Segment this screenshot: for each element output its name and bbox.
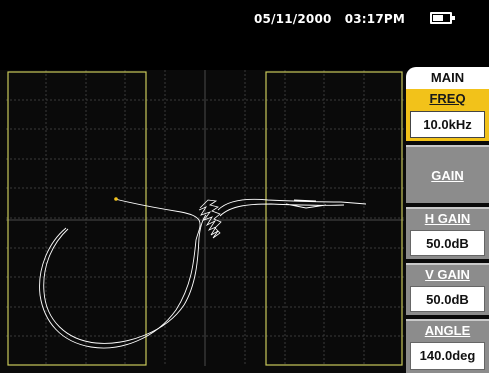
angle-button[interactable]: ANGLE <box>406 319 489 339</box>
signal-noise-cluster <box>198 199 222 239</box>
signal-dot <box>114 197 118 201</box>
menu-title: MAIN <box>406 67 489 89</box>
freq-value: 10.0kHz <box>410 111 485 138</box>
angle-value: 140.0deg <box>410 342 485 370</box>
v-gain-value: 50.0dB <box>410 286 485 312</box>
signal-trace <box>39 198 201 349</box>
battery-terminal <box>452 16 455 20</box>
v-gain-button[interactable]: V GAIN <box>406 263 489 283</box>
h-gain-button[interactable]: H GAIN <box>406 207 489 227</box>
date-time-readout: 05/11/2000 03:17PM <box>254 12 405 26</box>
h-gain-value: 50.0dB <box>410 230 485 256</box>
main-menu: MAIN FREQ 10.0kHz GAIN H GAIN 50.0dB V G… <box>406 67 489 373</box>
angle-value-field[interactable]: 140.0deg <box>406 339 489 373</box>
signal-plot <box>6 70 404 366</box>
battery-level-fill <box>433 15 443 21</box>
gain-button[interactable]: GAIN <box>406 145 489 203</box>
v-gain-value-field[interactable]: 50.0dB <box>406 283 489 315</box>
h-gain-value-field[interactable]: 50.0dB <box>406 227 489 259</box>
date-text: 05/11/2000 <box>254 12 332 26</box>
battery-icon <box>430 12 455 24</box>
freq-value-field[interactable]: 10.0kHz <box>406 108 489 141</box>
impedance-plane-display <box>6 70 404 366</box>
signal-trace-right <box>217 198 367 217</box>
freq-button[interactable]: FREQ <box>406 89 489 108</box>
instrument-screen: 05/11/2000 03:17PM MAIN FREQ 10.0kHz GAI… <box>0 0 489 373</box>
status-bar: 05/11/2000 03:17PM <box>0 0 489 70</box>
time-text: 03:17PM <box>344 12 406 26</box>
